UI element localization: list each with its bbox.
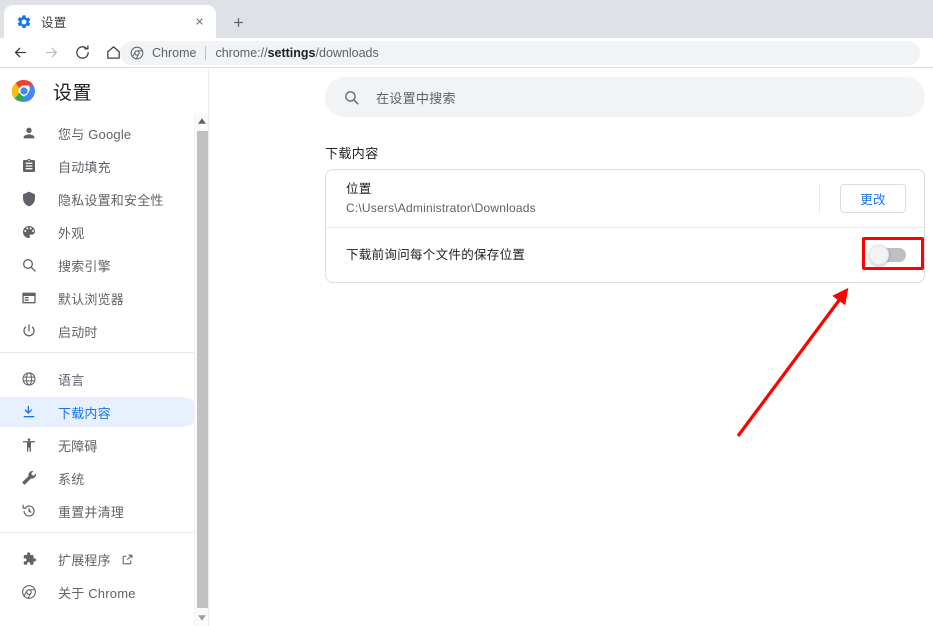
omnibox-separator [205, 46, 207, 60]
section-title: 下载内容 [325, 146, 379, 161]
sidebar-item-reset-and-clean-up[interactable]: 重置并清理 [0, 496, 198, 526]
sidebar-item-autofill[interactable]: 自动填充 [0, 151, 198, 181]
downloads-settings-card: 位置 C:\Users\Administrator\Downloads 更改 下… [325, 169, 925, 283]
sidebar-item-about-chrome[interactable]: 关于 Chrome [0, 577, 198, 607]
palette-icon [20, 223, 38, 241]
close-icon[interactable] [190, 13, 208, 31]
scrollbar-thumb[interactable] [197, 131, 208, 608]
chrome-icon [20, 583, 38, 601]
sidebar-item-privacy-and-security[interactable]: 隐私设置和安全性 [0, 184, 198, 214]
sidebar-header: 设置 [0, 69, 208, 113]
search-input[interactable]: 在设置中搜索 [325, 77, 925, 117]
row-ask-where-to-save[interactable]: 下载前询问每个文件的保存位置 [326, 227, 924, 282]
row-title: 下载前询问每个文件的保存位置 [346, 248, 526, 262]
change-location-button[interactable]: 更改 [840, 184, 906, 213]
accessibility-icon [20, 436, 38, 454]
row-texts: 下载前询问每个文件的保存位置 [346, 236, 872, 274]
browser-window-icon [20, 289, 38, 307]
sidebar-item-label: 启动时 [58, 324, 98, 340]
sidebar-item-label: 隐私设置和安全性 [58, 192, 164, 208]
forward-arrow-icon [37, 39, 65, 67]
wrench-icon [20, 469, 38, 487]
sidebar-item-label: 语言 [58, 372, 85, 388]
address-bar[interactable]: Chrome chrome://settings/downloads [120, 41, 920, 65]
sidebar-item-label: 您与 Google [58, 126, 132, 142]
shield-icon [20, 190, 38, 208]
globe-icon [20, 370, 38, 388]
sidebar-nav-group-1: 您与 Google 自动填充 隐私设置和安全性 外观 搜索引擎 默认浏览器 启动… [0, 113, 208, 346]
row-value: C:\Users\Administrator\Downloads [346, 201, 536, 215]
sidebar-divider-2 [0, 532, 208, 533]
tab-strip: 设置 [0, 0, 933, 38]
reload-icon[interactable] [68, 39, 96, 67]
person-icon [20, 124, 38, 142]
external-link-icon[interactable] [121, 553, 134, 566]
url-prefix: chrome:// [215, 46, 268, 60]
clipboard-icon [20, 157, 38, 175]
sidebar-item-appearance[interactable]: 外观 [0, 217, 198, 247]
scroll-up-arrow-icon[interactable] [195, 113, 208, 129]
sidebar-item-system[interactable]: 系统 [0, 463, 198, 493]
omnibox-url: chrome://settings/downloads [215, 46, 378, 60]
url-bold: settings [267, 46, 316, 60]
sidebar-item-label: 扩展程序 [58, 552, 111, 568]
sidebar-item-label: 系统 [58, 471, 85, 487]
chrome-icon [130, 46, 144, 60]
sidebar-item-you-and-google[interactable]: 您与 Google [0, 118, 198, 148]
sidebar-item-label: 关于 Chrome [58, 585, 136, 601]
sidebar-item-label: 自动填充 [58, 159, 111, 175]
row-download-location[interactable]: 位置 C:\Users\Administrator\Downloads 更改 [326, 170, 924, 227]
sidebar-item-label: 下载内容 [58, 405, 111, 421]
sidebar-item-downloads[interactable]: 下载内容 [0, 397, 198, 427]
sidebar-item-extensions[interactable]: 扩展程序 [0, 544, 198, 574]
tab-title: 设置 [41, 16, 67, 30]
restore-icon [20, 502, 38, 520]
search-icon [343, 89, 360, 106]
url-suffix: /downloads [315, 46, 379, 60]
search-icon [20, 256, 38, 274]
row-separator [819, 183, 820, 214]
search-placeholder: 在设置中搜索 [376, 90, 456, 106]
tab-settings[interactable]: 设置 [4, 5, 216, 38]
sidebar-nav-group-2: 语言 下载内容 无障碍 系统 重置并清理 [0, 359, 208, 526]
sidebar-item-default-browser[interactable]: 默认浏览器 [0, 283, 198, 313]
sidebar-item-label: 搜索引擎 [58, 258, 111, 274]
sidebar-divider-1 [0, 352, 208, 353]
sidebar-item-languages[interactable]: 语言 [0, 364, 198, 394]
power-icon [20, 322, 38, 340]
toggle-knob [869, 245, 889, 265]
row-title: 位置 [346, 182, 372, 196]
ask-where-to-save-toggle[interactable] [869, 245, 906, 265]
sidebar-item-label: 外观 [58, 225, 85, 241]
settings-sidebar: 设置 您与 Google 自动填充 隐私设置和安全性 外观 搜索引擎 默认浏览器… [0, 69, 209, 626]
back-arrow-icon[interactable] [6, 39, 34, 67]
sidebar-nav-group-3: 扩展程序 关于 Chrome [0, 539, 208, 607]
gear-icon [16, 14, 32, 30]
settings-content: 在设置中搜索 下载内容 位置 C:\Users\Administrator\Do… [210, 69, 933, 626]
sidebar-item-label: 无障碍 [58, 438, 98, 454]
settings-page: 设置 您与 Google 自动填充 隐私设置和安全性 外观 搜索引擎 默认浏览器… [0, 69, 933, 626]
download-icon [20, 403, 38, 421]
omnibox-scheme-label: Chrome [152, 46, 197, 60]
sidebar-item-label: 默认浏览器 [58, 291, 125, 307]
browser-window: 设置 Chrome chrome://settings/downloads 设置… [0, 0, 933, 626]
chrome-logo-icon [11, 79, 36, 103]
sidebar-scrollbar[interactable] [194, 113, 208, 626]
row-texts: 位置 C:\Users\Administrator\Downloads [346, 170, 819, 227]
sidebar-item-search-engine[interactable]: 搜索引擎 [0, 250, 198, 280]
new-tab-button[interactable] [225, 9, 251, 35]
scroll-down-arrow-icon[interactable] [195, 610, 208, 626]
page-title: 设置 [53, 82, 93, 104]
sidebar-item-on-startup[interactable]: 启动时 [0, 316, 198, 346]
puzzle-icon [20, 550, 38, 568]
sidebar-item-label: 重置并清理 [58, 504, 125, 520]
sidebar-item-accessibility[interactable]: 无障碍 [0, 430, 198, 460]
